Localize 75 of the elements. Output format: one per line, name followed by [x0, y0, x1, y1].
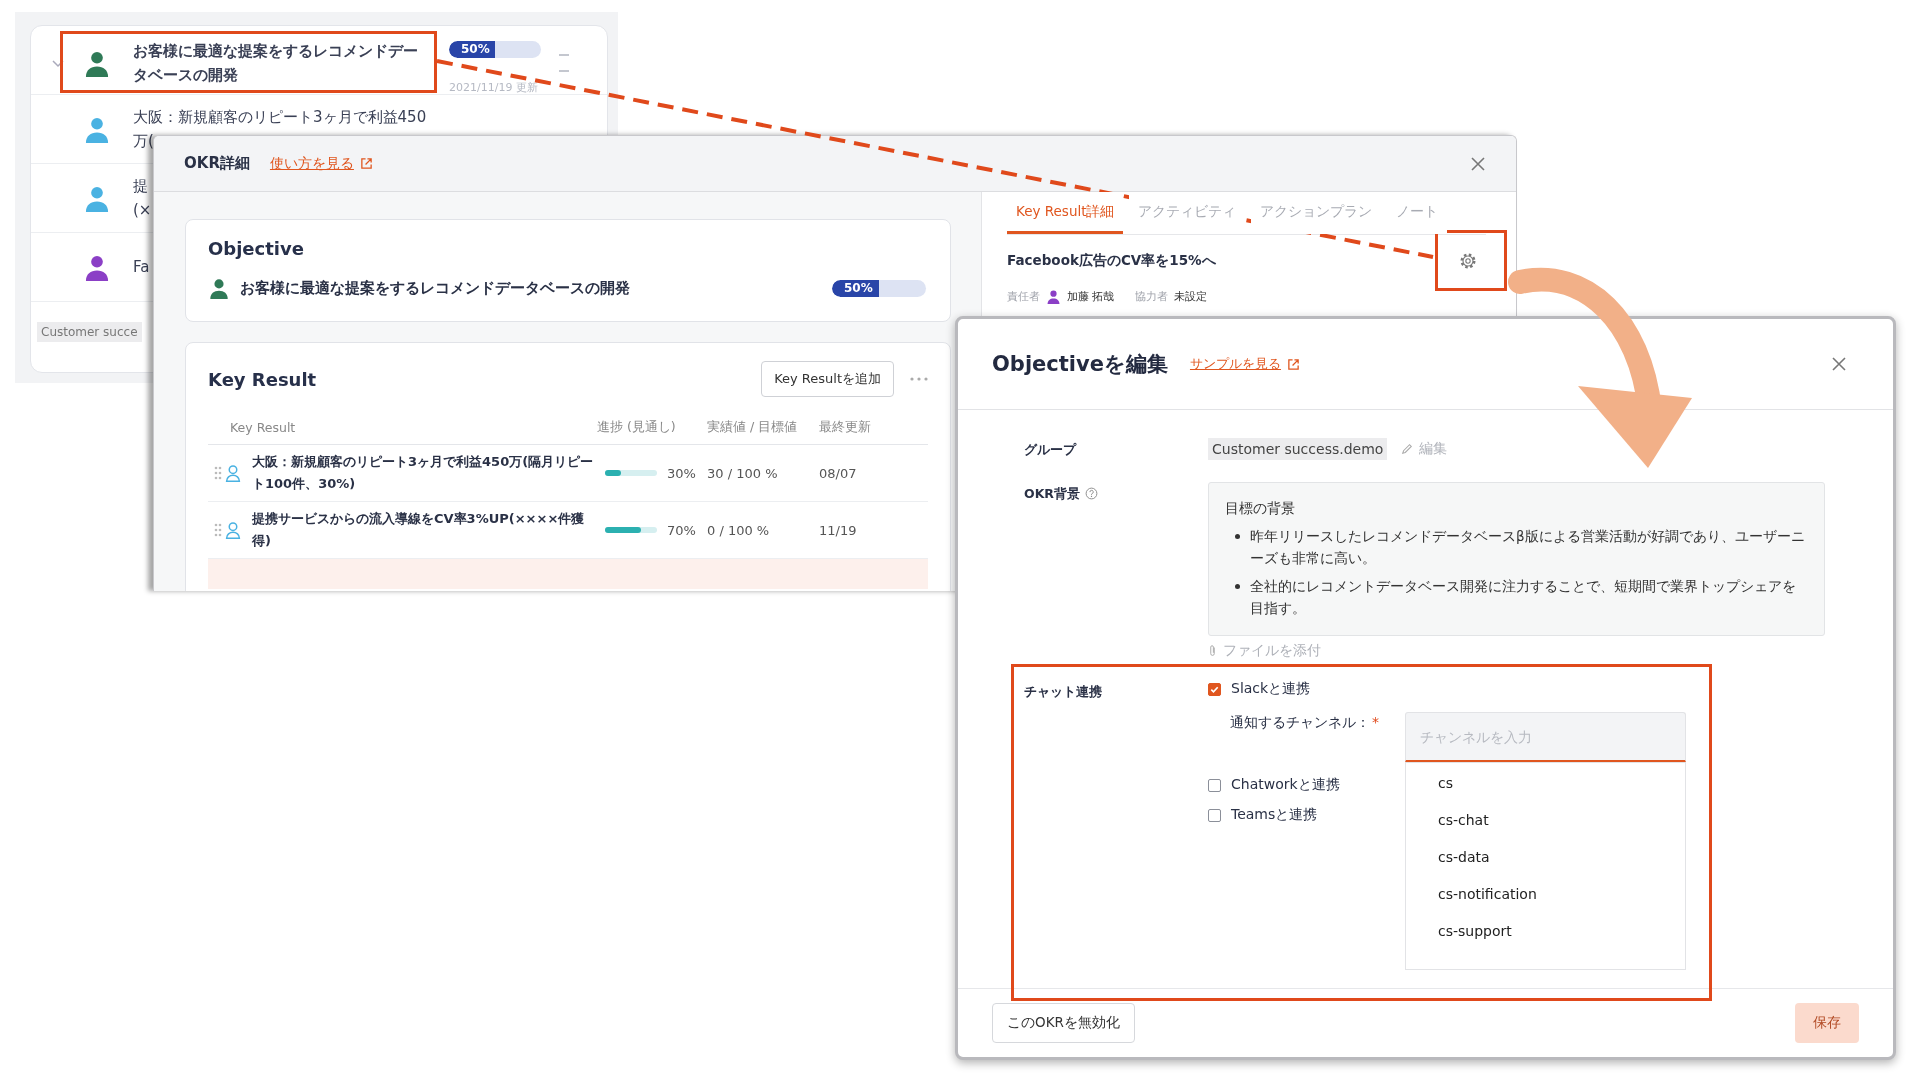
progress-label: 50%	[844, 279, 873, 297]
bullet-icon	[1235, 584, 1240, 589]
progress-value: 70%	[667, 522, 696, 538]
add-key-result-button[interactable]: Key Resultを追加	[761, 361, 894, 397]
actual-target-value: 0 / 100 %	[707, 522, 771, 538]
progress-label: 50%	[461, 41, 490, 58]
bullet-text: 昨年リリースしたレコメンドデータベースβ版による営業活動が好調であり、ユーザーニーズも非常に高い。	[1250, 527, 1806, 568]
paperclip-icon[interactable]	[1208, 644, 1217, 658]
card-heading: Objective	[208, 238, 305, 259]
dropdown-option[interactable]: cs-data	[1406, 839, 1522, 876]
window-title: OKR詳細	[184, 154, 250, 173]
card-heading: Key Result	[208, 368, 317, 390]
empty-dash	[559, 70, 569, 72]
collaborator-label: 協力者	[1134, 289, 1168, 304]
objective-title: お客様に最適な提案をするレコメンドデータベースの開発	[240, 278, 630, 298]
pencil-icon[interactable]	[1401, 443, 1414, 455]
tab[interactable]: Key Result詳細	[1007, 192, 1124, 234]
updated-date: 08/07	[819, 465, 858, 481]
owner-name: 加藤 拓哉	[1067, 289, 1115, 304]
highlight-frame	[1435, 230, 1507, 291]
empty-dash	[559, 54, 569, 56]
external-link-icon[interactable]	[359, 157, 373, 170]
channel-label: 通知するチャンネル：*	[1230, 713, 1380, 732]
owner-label: 責任者	[1007, 289, 1040, 304]
group-tag: Customer success.demo	[1208, 438, 1388, 460]
checkbox[interactable]	[1208, 808, 1221, 822]
dialog-title: Objectiveを編集	[992, 351, 1168, 378]
checkbox[interactable]	[1208, 682, 1221, 696]
objective-title-line[interactable]: Fa	[133, 255, 150, 279]
objective-title-line[interactable]: お客様に最適な提案をするレコメンドデー	[133, 39, 418, 63]
progress-value: 30%	[667, 465, 696, 481]
sample-link[interactable]: サンプルを見る	[1189, 355, 1300, 373]
key-result-title[interactable]: 提携サービスからの流入導線をCV率3%UP(××××件獲得)	[252, 508, 597, 552]
checkbox-label[interactable]: Teamsと連携	[1231, 806, 1318, 824]
dropdown-option[interactable]: cs-chat	[1406, 802, 1521, 839]
field-label: グループ	[1024, 441, 1078, 459]
drag-handle-icon[interactable]	[214, 466, 222, 480]
help-icon[interactable]	[1084, 487, 1098, 500]
text-heading: 目標の背景	[1225, 499, 1296, 518]
column-header: 進捗 (見通し)	[597, 419, 677, 436]
checkbox-label[interactable]: Slackと連携	[1231, 680, 1311, 698]
actual-target-value: 30 / 100 %	[707, 465, 779, 481]
group-tag: Customer succe	[37, 322, 142, 342]
key-result-title: Facebook広告のCV率を15%へ	[1007, 252, 1216, 270]
dropdown-option[interactable]: cs	[1406, 765, 1485, 802]
external-link-icon[interactable]	[1286, 357, 1300, 371]
objective-title-line[interactable]: タベースの開発	[133, 63, 238, 87]
updated-date: 2021/11/19 更新	[449, 80, 539, 95]
dropdown-option[interactable]: cs-support	[1406, 913, 1544, 950]
objective-title-line[interactable]: (×	[133, 198, 152, 222]
objective-title-line[interactable]: 万(	[133, 129, 154, 153]
collaborator-value: 未設定	[1173, 289, 1207, 304]
settings-icon[interactable]	[1458, 251, 1478, 271]
background-text-area[interactable]: 目標の背景 昨年リリースしたレコメンドデータベースβ版による営業活動が好調であり、ユーザーニーズも非常に高い。 全社的にレコメントデータベース開発に注力することで、短期間で業界トップシェアを目指す。	[1208, 482, 1825, 636]
close-icon[interactable]	[1831, 356, 1847, 372]
field-label: OKR背景	[1024, 486, 1080, 503]
column-header: 実績値 / 目標値	[707, 419, 799, 436]
bullet-text: 全社的にレコメントデータベース開発に注力することで、短期間で業界トップシェアを目指す。	[1250, 577, 1797, 618]
disable-okr-button[interactable]: このOKRを無効化	[992, 1003, 1135, 1043]
column-header: Key Result	[229, 420, 297, 435]
checkbox[interactable]	[1208, 778, 1221, 792]
column-header: 最終更新	[819, 419, 872, 436]
help-link[interactable]: 使い方を見る	[269, 154, 373, 173]
dropdown-option[interactable]: cs-notification	[1406, 876, 1569, 913]
bullet-icon	[1235, 534, 1240, 539]
checkbox-label[interactable]: Chatworkと連携	[1231, 776, 1340, 794]
field-label: チャット連携	[1024, 683, 1103, 701]
key-result-title[interactable]: 大阪：新規顧客のリピート3ヶ月で利益450万(隔月リピート100件、30%)	[252, 451, 597, 495]
more-icon[interactable]	[910, 377, 928, 381]
updated-date: 11/19	[819, 522, 858, 538]
objective-title-line[interactable]: 大阪：新規顧客のリピート3ヶ月で利益450	[133, 105, 427, 129]
close-icon[interactable]	[1470, 155, 1486, 172]
drag-handle-icon[interactable]	[214, 523, 222, 537]
channel-input[interactable]: チャンネルを入力	[1405, 712, 1686, 762]
objective-title-line[interactable]: 提	[133, 174, 148, 198]
